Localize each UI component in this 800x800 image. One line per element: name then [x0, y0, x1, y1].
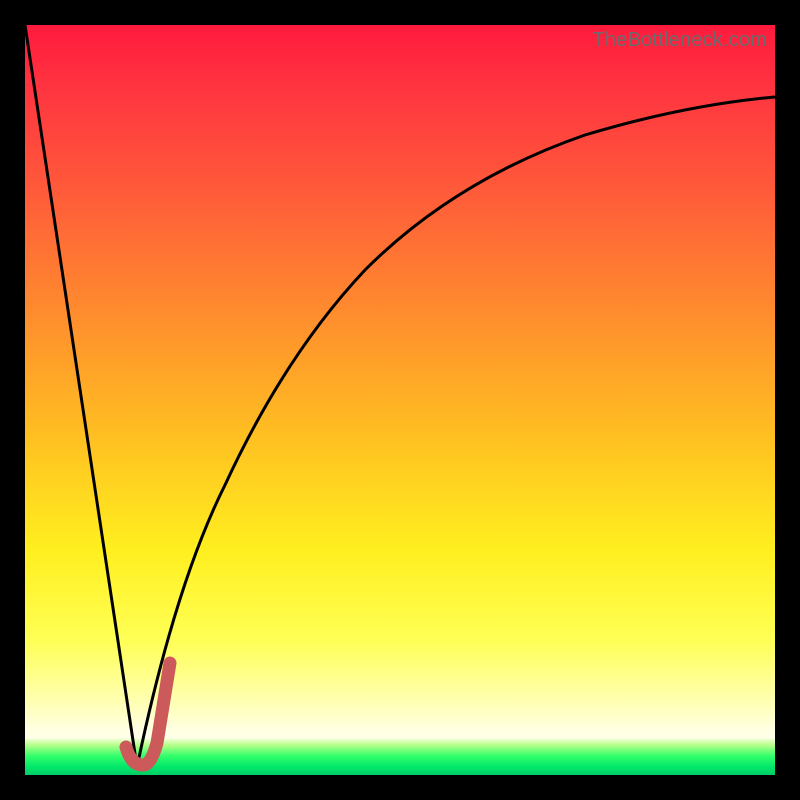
plot-area: TheBottleneck.com: [25, 25, 775, 775]
chart-frame: TheBottleneck.com: [0, 0, 800, 800]
left-line: [25, 25, 137, 767]
curve-layer: [25, 25, 775, 775]
right-curve: [137, 97, 775, 767]
